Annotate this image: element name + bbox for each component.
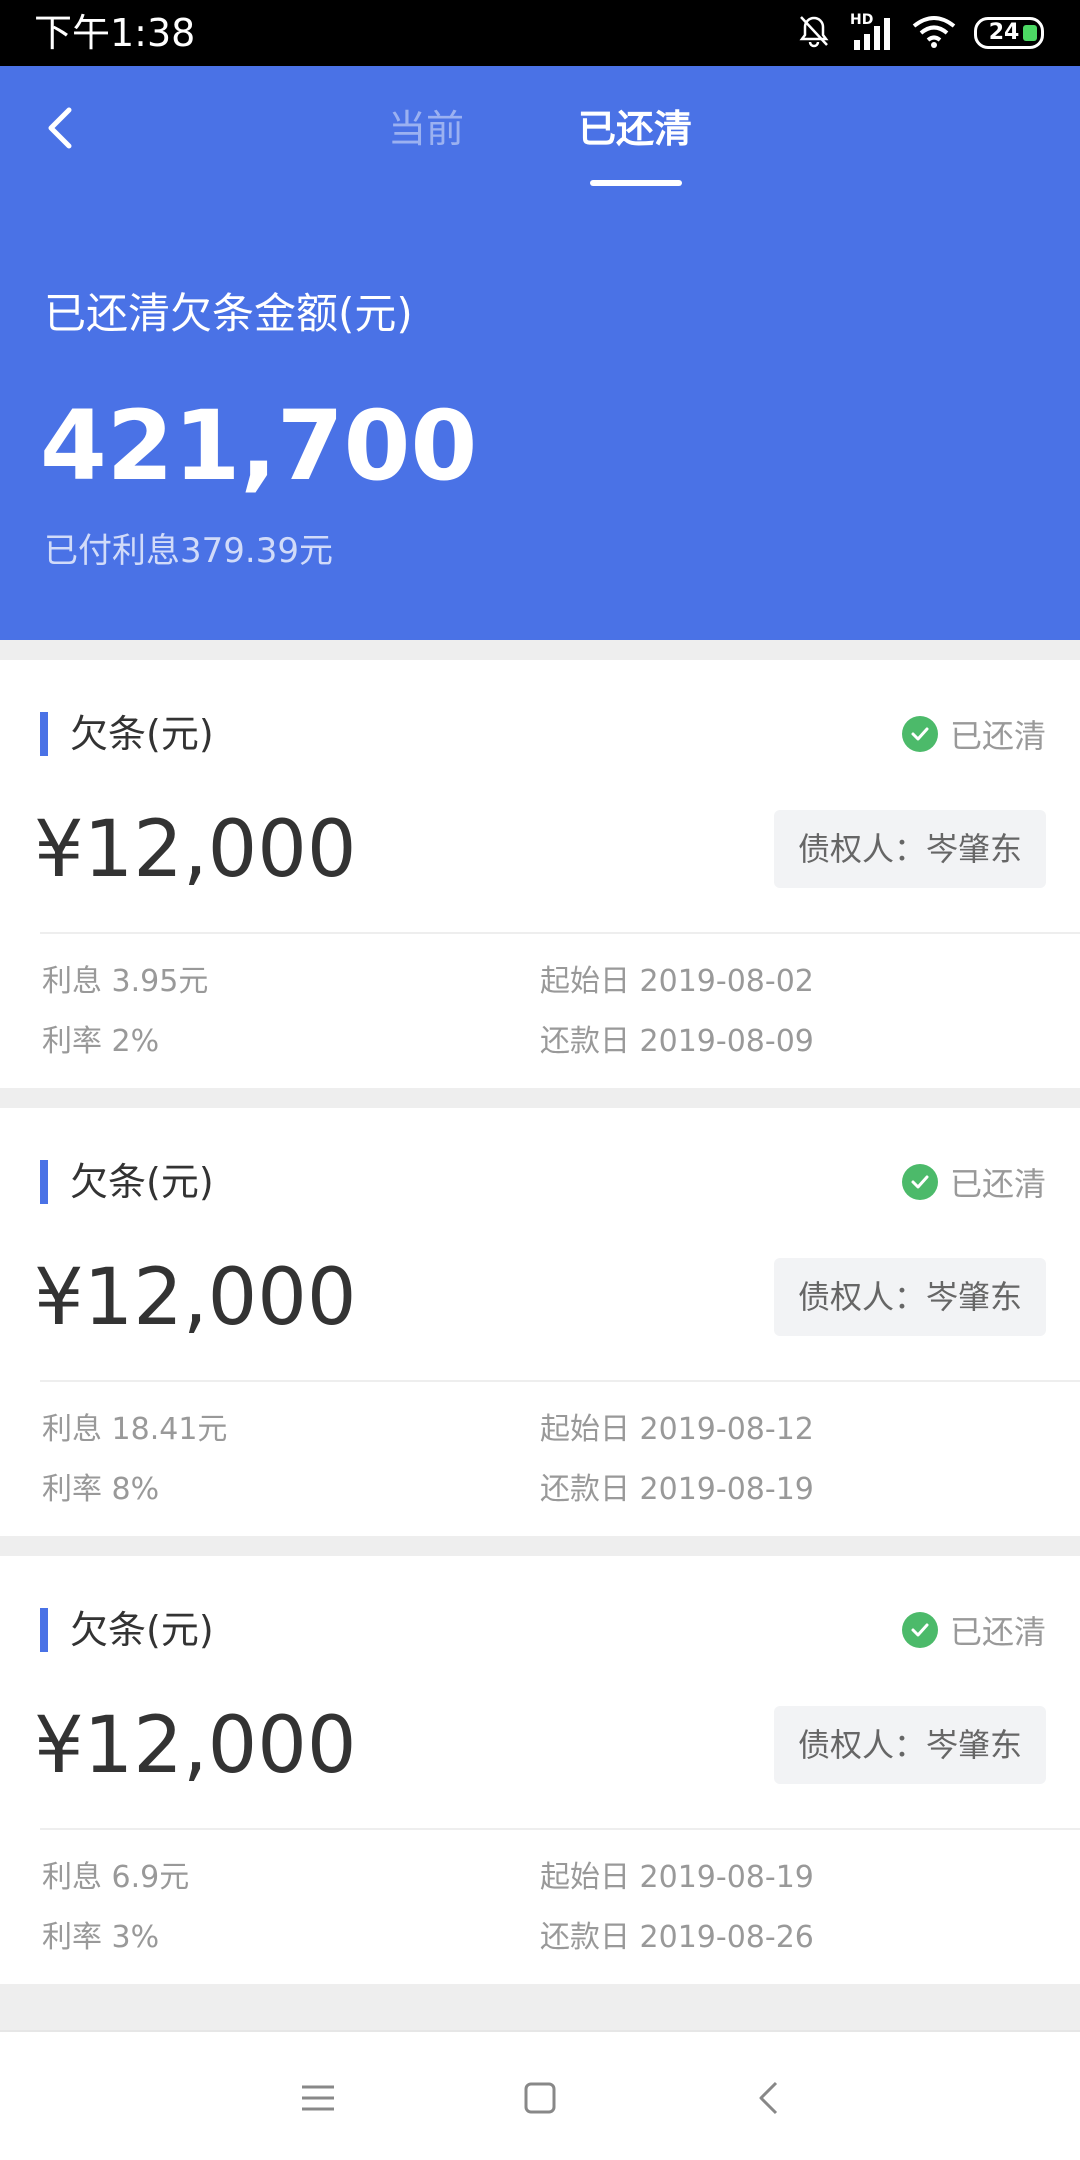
check-circle-icon (901, 1164, 938, 1200)
card-title: 欠条(元) (70, 1608, 214, 1652)
creditor-badge: 债权人：岑肇东 (773, 1258, 1046, 1336)
back-icon (759, 2081, 778, 2115)
nav-home-button[interactable] (504, 2062, 576, 2134)
debt-card[interactable]: 欠条(元) 已还清 ¥12,000 债权人：岑肇东 利息 18.41元 利率 8… (0, 1108, 1080, 1536)
nav-menu-button[interactable] (282, 2062, 354, 2134)
repay-date: 还款日 2019-08-19 (540, 1472, 814, 1507)
interest-value: 利息 18.41元 (42, 1412, 228, 1447)
start-date: 起始日 2019-08-02 (540, 964, 814, 999)
back-button[interactable] (36, 96, 84, 160)
title-accent-bar (40, 1160, 48, 1204)
card-amount: ¥12,000 (34, 1701, 357, 1791)
creditor-badge: 债权人：岑肇东 (773, 1706, 1046, 1784)
square-icon (524, 2082, 556, 2114)
rate-value: 利率 3% (42, 1920, 160, 1955)
card-amount: ¥12,000 (34, 1253, 357, 1343)
nav-back-button[interactable] (732, 2062, 804, 2134)
mute-bell-icon (796, 13, 832, 53)
status-text: 已还清 (949, 1613, 1046, 1651)
debt-card[interactable]: 欠条(元) 已还清 ¥12,000 债权人：岑肇东 利息 6.9元 利率 3% … (0, 1556, 1080, 1984)
status-icons: HD 24 (796, 10, 1044, 56)
status-badge: 已还清 (901, 706, 1046, 762)
debt-card[interactable]: 欠条(元) 已还清 ¥12,000 债权人：岑肇东 利息 3.95元 利率 2%… (0, 660, 1080, 1088)
battery-level: 24 (988, 20, 1020, 45)
title-accent-bar (40, 1608, 48, 1652)
interest-value: 利息 6.9元 (42, 1860, 190, 1895)
status-bar: 下午1:38 HD 24 (0, 0, 1080, 66)
divider (40, 1828, 1080, 1830)
network-type: HD (850, 12, 874, 28)
repay-date: 还款日 2019-08-09 (540, 1024, 814, 1059)
status-badge: 已还清 (901, 1602, 1046, 1658)
paid-interest: 已付利息379.39元 (44, 531, 333, 571)
chevron-left-icon (48, 107, 72, 149)
divider (40, 932, 1080, 934)
tab-current[interactable]: 当前 (388, 102, 464, 156)
check-circle-icon (901, 1612, 938, 1648)
status-time: 下午1:38 (34, 11, 196, 55)
card-amount: ¥12,000 (34, 805, 357, 895)
wifi-icon (912, 14, 956, 52)
start-date: 起始日 2019-08-19 (540, 1860, 814, 1895)
system-nav-bar (0, 2030, 1080, 2160)
battery-icon: 24 (974, 17, 1044, 49)
tab-active-indicator (590, 180, 682, 186)
check-circle-icon (901, 716, 938, 752)
status-text: 已还清 (949, 717, 1046, 755)
repay-date: 还款日 2019-08-26 (540, 1920, 814, 1955)
card-title: 欠条(元) (70, 712, 214, 756)
title-accent-bar (40, 712, 48, 756)
status-badge: 已还清 (901, 1154, 1046, 1210)
tab-settled[interactable]: 已还清 (578, 102, 692, 156)
interest-value: 利息 3.95元 (42, 964, 209, 999)
divider (40, 1380, 1080, 1382)
menu-icon (302, 2085, 334, 2111)
status-text: 已还清 (949, 1165, 1046, 1203)
creditor-badge: 债权人：岑肇东 (773, 810, 1046, 888)
summary-amount: 421,700 (40, 390, 478, 502)
card-title: 欠条(元) (70, 1160, 214, 1204)
rate-value: 利率 8% (42, 1472, 160, 1507)
signal-icon: HD (850, 12, 894, 50)
header: 当前 已还清 已还清欠条金额(元) 421,700 已付利息379.39元 (0, 66, 1080, 640)
summary-label: 已还清欠条金额(元) (44, 289, 413, 338)
rate-value: 利率 2% (42, 1024, 160, 1059)
start-date: 起始日 2019-08-12 (540, 1412, 814, 1447)
